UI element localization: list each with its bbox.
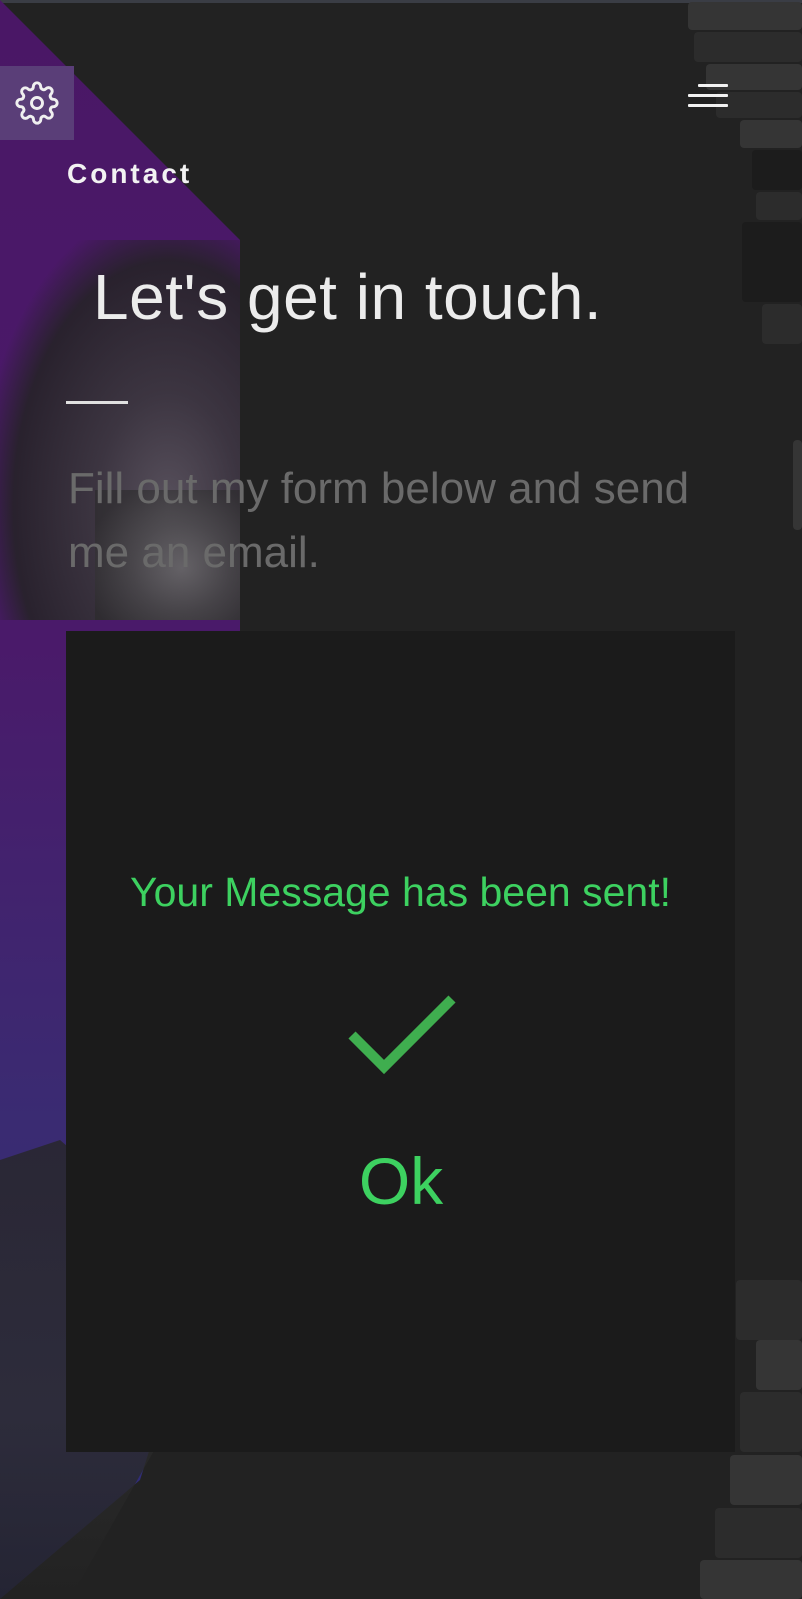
hamburger-line — [688, 104, 728, 107]
checkmark-icon — [348, 995, 456, 1075]
page-subtitle: Fill out my form below and send me an em… — [68, 464, 690, 577]
hamburger-line — [688, 94, 728, 97]
title-divider — [66, 401, 128, 404]
success-modal: Your Message has been sent! Ok — [66, 631, 735, 1452]
top-border — [0, 0, 802, 3]
gear-icon — [15, 81, 59, 125]
hamburger-menu-button[interactable] — [680, 78, 730, 114]
success-message: Your Message has been sent! — [130, 869, 671, 915]
contact-page: Contact Let's get in touch. Fill out my … — [0, 0, 802, 1599]
ok-button[interactable]: Ok — [329, 1136, 473, 1226]
hamburger-menu-icon — [698, 84, 728, 87]
section-label: Contact — [67, 158, 193, 189]
page-title: Let's get in touch. — [93, 261, 603, 333]
settings-button[interactable] — [0, 66, 74, 140]
